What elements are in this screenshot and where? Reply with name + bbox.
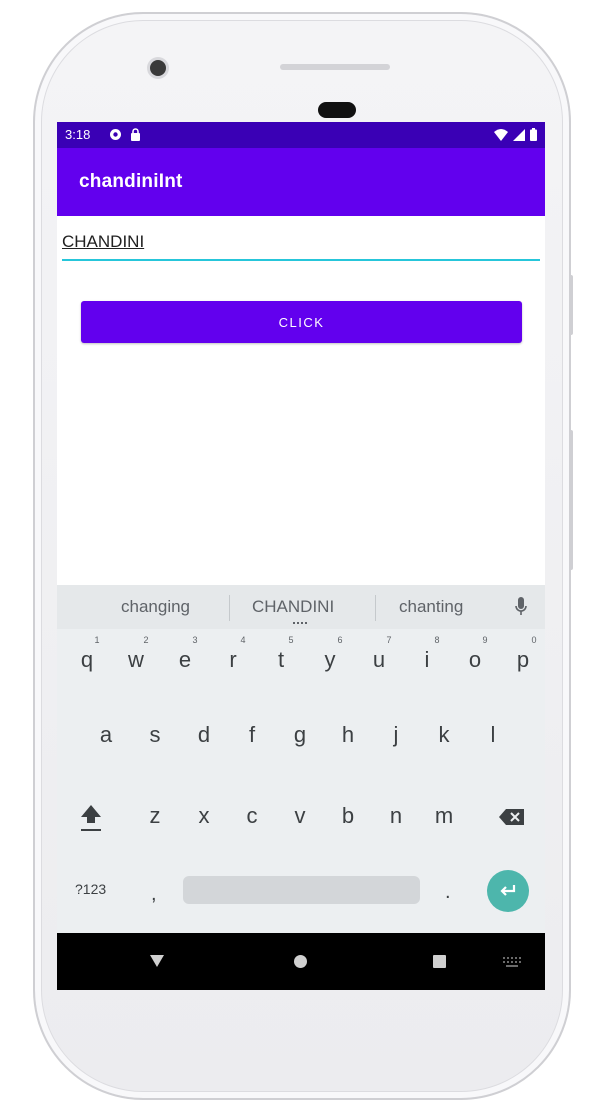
- key-w[interactable]: w: [116, 647, 156, 673]
- key-p[interactable]: p: [503, 647, 543, 673]
- key-hint: 4: [240, 635, 246, 645]
- circle-status-icon: [110, 129, 121, 140]
- key-n[interactable]: n: [376, 803, 416, 829]
- key-m[interactable]: m: [424, 803, 464, 829]
- key-c[interactable]: c: [232, 803, 272, 829]
- navigation-bar: [57, 933, 545, 990]
- enter-icon: [500, 885, 516, 896]
- key-u[interactable]: u: [359, 647, 399, 673]
- key-j[interactable]: j: [376, 722, 416, 748]
- suggestion-center[interactable]: CHANDINI: [252, 597, 334, 617]
- key-hint: 8: [434, 635, 440, 645]
- key-a[interactable]: a: [86, 722, 126, 748]
- recents-icon[interactable]: [433, 955, 446, 968]
- key-x[interactable]: x: [184, 803, 224, 829]
- key-r[interactable]: r: [213, 647, 253, 673]
- battery-icon: [530, 128, 537, 141]
- power-button: [569, 275, 573, 335]
- key-v[interactable]: v: [280, 803, 320, 829]
- key-hint: 6: [337, 635, 343, 645]
- keyboard-switch-icon[interactable]: [503, 957, 521, 967]
- key-y[interactable]: y: [310, 647, 350, 673]
- suggestion-strip: changing CHANDINI chanting: [57, 585, 545, 629]
- back-icon[interactable]: [150, 955, 164, 967]
- key-z[interactable]: z: [135, 803, 175, 829]
- key-hint: 1: [94, 635, 100, 645]
- key-h[interactable]: h: [328, 722, 368, 748]
- name-input[interactable]: CHANDINI: [62, 229, 540, 261]
- soft-keyboard: changing CHANDINI chanting 1 q 2 w 3 e 4…: [57, 585, 545, 933]
- lock-icon: [131, 128, 140, 141]
- front-camera: [150, 60, 166, 76]
- suggestion-more-indicator: [293, 622, 307, 627]
- key-s[interactable]: s: [135, 722, 175, 748]
- click-button[interactable]: CLICK: [81, 301, 522, 343]
- key-d[interactable]: d: [184, 722, 224, 748]
- key-f[interactable]: f: [232, 722, 272, 748]
- home-icon[interactable]: [294, 955, 307, 968]
- shift-icon[interactable]: [79, 803, 103, 833]
- suggestion-divider: [229, 595, 230, 621]
- key-l[interactable]: l: [473, 722, 513, 748]
- period-key[interactable]: .: [445, 881, 451, 904]
- key-k[interactable]: k: [424, 722, 464, 748]
- device-screen: 3:18 chandiniInt CHANDINI CLICK changing…: [57, 122, 545, 990]
- symbols-key[interactable]: ?123: [75, 881, 106, 897]
- suggestion-right[interactable]: chanting: [399, 597, 463, 617]
- suggestion-divider: [375, 595, 376, 621]
- key-e[interactable]: e: [165, 647, 205, 673]
- volume-button: [569, 430, 573, 570]
- proximity-sensor: [318, 102, 356, 118]
- key-hint: 7: [386, 635, 392, 645]
- backspace-icon[interactable]: [499, 808, 525, 826]
- suggestion-left[interactable]: changing: [121, 597, 190, 617]
- key-hint: 9: [482, 635, 488, 645]
- status-time: 3:18: [65, 127, 91, 142]
- key-o[interactable]: o: [455, 647, 495, 673]
- status-bar: 3:18: [57, 122, 545, 148]
- key-hint: 2: [143, 635, 149, 645]
- app-title: chandiniInt: [79, 171, 183, 192]
- microphone-icon[interactable]: [515, 597, 527, 617]
- app-bar: chandiniInt: [57, 148, 545, 216]
- key-b[interactable]: b: [328, 803, 368, 829]
- signal-icon: [513, 128, 525, 141]
- comma-key[interactable]: ,: [151, 883, 157, 906]
- key-g[interactable]: g: [280, 722, 320, 748]
- key-t[interactable]: t: [261, 647, 301, 673]
- key-hint: 0: [531, 635, 537, 645]
- earpiece-speaker: [280, 64, 390, 70]
- spacebar[interactable]: [183, 876, 420, 904]
- key-hint: 3: [192, 635, 198, 645]
- enter-key[interactable]: [487, 870, 529, 912]
- key-q[interactable]: q: [67, 647, 107, 673]
- wifi-icon: [494, 128, 508, 141]
- name-input-value: CHANDINI: [62, 232, 145, 251]
- key-i[interactable]: i: [407, 647, 447, 673]
- key-hint: 5: [288, 635, 294, 645]
